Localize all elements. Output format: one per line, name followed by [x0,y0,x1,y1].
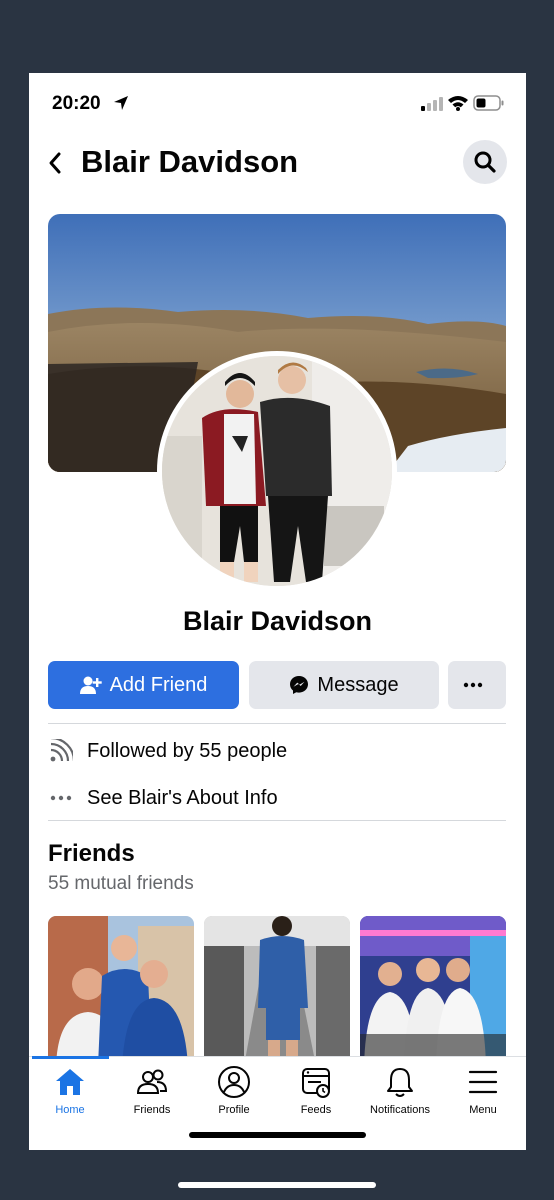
add-friend-button[interactable]: Add Friend [48,661,239,709]
friend-thumbnail[interactable] [204,916,350,1066]
nav-menu[interactable]: Menu [442,1065,524,1125]
mutual-friends-count[interactable]: 55 mutual friends [48,873,194,895]
profile-icon [218,1066,250,1098]
active-tab-indicator [32,1056,109,1059]
more-dots-icon [463,682,483,688]
message-label: Message [317,673,399,696]
phone-screen: 20:20 Blair Davidson Blair Davidson Add … [29,73,526,1150]
wifi-icon [448,96,468,111]
about-info-link[interactable]: See Blair's About Info [87,787,278,810]
friend-thumbnail[interactable] [360,916,506,1066]
followers-row: Followed by 55 people [48,735,287,767]
search-button[interactable] [463,140,507,184]
nav-label: Friends [133,1104,171,1116]
back-chevron-icon[interactable] [45,151,67,175]
search-icon [474,151,496,173]
nav-label: Notifications [370,1104,430,1116]
divider [48,723,506,724]
nav-profile[interactable]: Profile [193,1065,275,1125]
nav-friends[interactable]: Friends [111,1065,193,1125]
profile-name: Blair Davidson [182,606,373,636]
friends-section-title: Friends [48,840,135,867]
nav-feeds[interactable]: Feeds [275,1065,357,1125]
more-dots-icon [50,795,72,801]
followers-text: Followed by 55 people [87,739,288,762]
rss-follow-icon [50,739,73,762]
battery-icon [473,95,504,111]
message-button[interactable]: Message [249,661,439,709]
nav-notifications[interactable]: Notifications [359,1065,441,1125]
outer-home-bar [178,1182,376,1188]
friend-photo-image [48,916,194,1066]
bell-icon [387,1068,413,1097]
more-options-button[interactable] [448,661,506,709]
feeds-icon [302,1068,330,1098]
friends-icon [136,1069,168,1094]
menu-icon [468,1070,498,1094]
home-indicator[interactable] [189,1132,366,1138]
nav-label: Profile [218,1104,250,1116]
about-info-row[interactable]: See Blair's About Info [48,782,278,814]
cell-signal-icon [421,97,443,111]
location-arrow-icon [114,96,128,110]
status-bar: 20:20 [29,73,526,135]
status-time: 20:20 [52,93,101,114]
nav-home[interactable]: Home [29,1065,111,1125]
friend-thumbnail[interactable] [48,916,194,1066]
add-person-icon [79,676,102,694]
profile-picture[interactable] [157,351,397,591]
friend-photo-image [360,916,506,1066]
nav-label: Home [55,1104,85,1116]
profile-photo-image [162,356,392,586]
friend-photo-image [204,916,350,1066]
nav-label: Menu [469,1104,497,1116]
nav-label: Feeds [300,1104,332,1116]
add-friend-label: Add Friend [109,673,208,696]
divider [48,820,506,821]
page-title: Blair Davidson [81,144,299,179]
messenger-icon [290,676,309,694]
home-icon [56,1069,84,1095]
